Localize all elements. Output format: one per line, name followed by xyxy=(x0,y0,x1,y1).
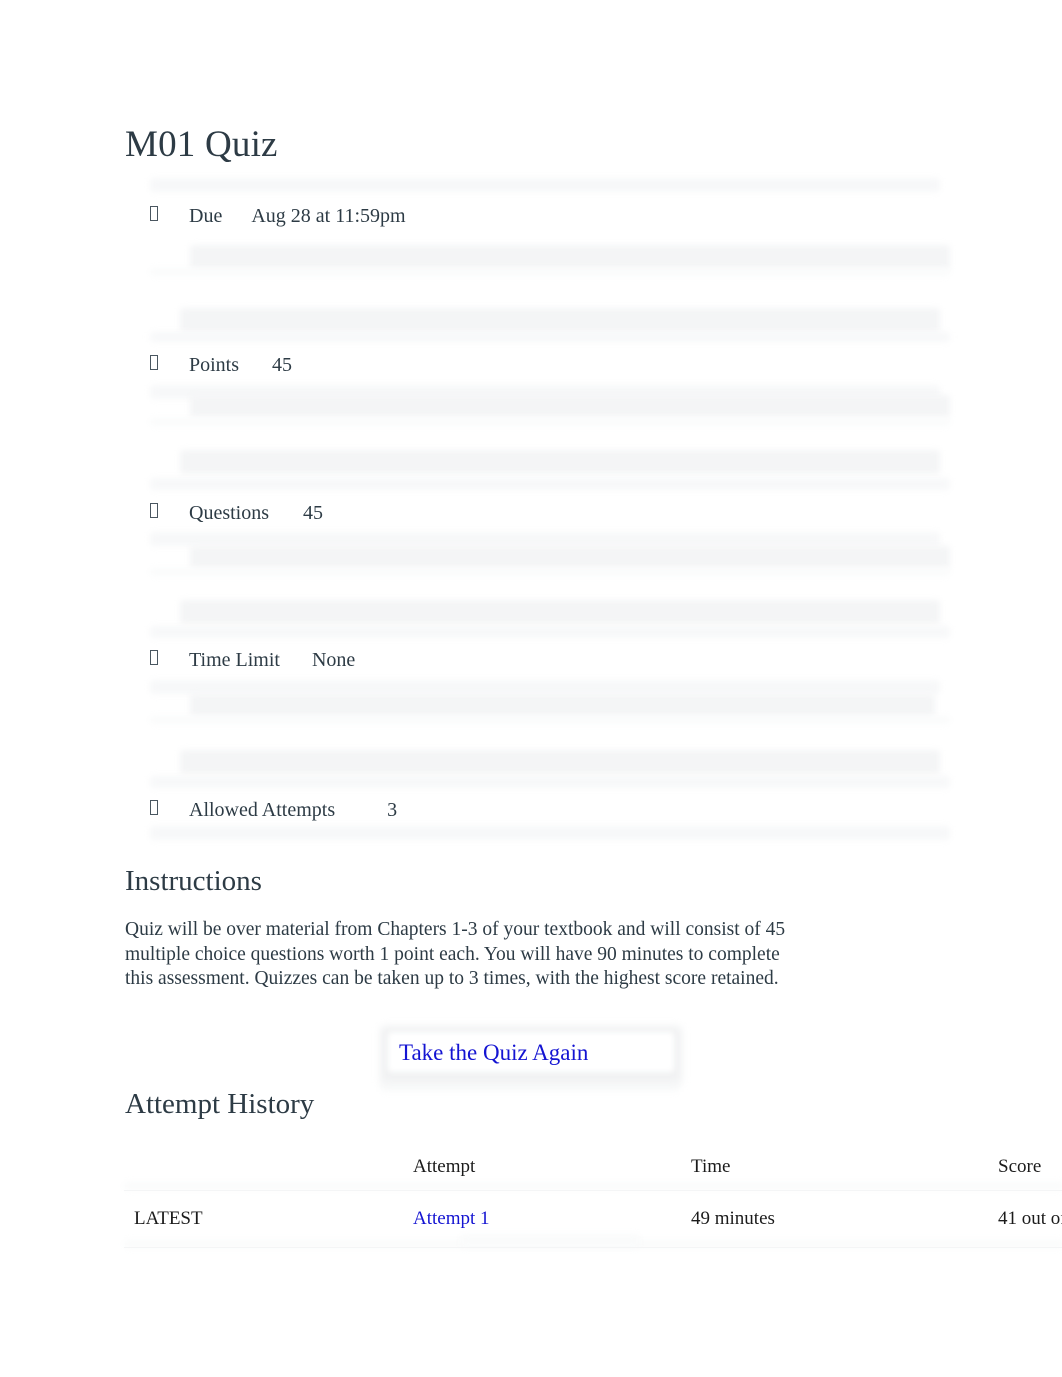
bullet-tofu-icon xyxy=(150,355,158,370)
bullet-tofu-icon xyxy=(150,503,158,518)
instructions-heading: Instructions xyxy=(125,865,262,897)
quiz-info-row-questions: Questions 45 xyxy=(150,500,323,526)
attempt-score-cell: 41 out of 45 xyxy=(998,1190,1062,1248)
column-header-flag xyxy=(124,1144,413,1191)
quiz-info-label-points: Points xyxy=(189,354,240,376)
quiz-info-value-points: 45 xyxy=(272,354,293,376)
attempt-latest-flag: LATEST xyxy=(124,1190,413,1248)
quiz-info-label-time-limit: Time Limit xyxy=(189,649,280,671)
quiz-info-row-time-limit: Time Limit None xyxy=(150,647,355,673)
table-row: LATEST Attempt 1 49 minutes 41 out of 45 xyxy=(124,1190,1062,1248)
retake-quiz-button[interactable]: Take the Quiz Again xyxy=(380,1026,682,1089)
table-header-row: Attempt Time Score xyxy=(124,1144,1062,1191)
column-header-score: Score xyxy=(998,1144,1062,1191)
quiz-page: M01 Quiz Due Aug 28 at 11:59pm Points 45… xyxy=(0,0,1062,1377)
quiz-info-label-due: Due xyxy=(189,205,223,227)
quiz-info-value-time-limit: None xyxy=(311,649,356,671)
page-title: M01 Quiz xyxy=(125,124,278,165)
attempt-history-heading: Attempt History xyxy=(125,1088,315,1120)
bullet-tofu-icon xyxy=(150,800,158,815)
quiz-info-value-allowed-attempts: 3 xyxy=(387,799,398,821)
quiz-info-label-questions: Questions xyxy=(189,502,269,524)
quiz-info-value-due: Aug 28 at 11:59pm xyxy=(251,205,406,227)
quiz-info-row-due: Due Aug 28 at 11:59pm xyxy=(150,203,406,229)
column-header-attempt: Attempt xyxy=(413,1144,691,1191)
attempt-history-table: Attempt Time Score LATEST Attempt 1 49 m… xyxy=(124,1144,1062,1248)
retake-quiz-link[interactable]: Take the Quiz Again xyxy=(399,1037,588,1069)
quiz-info-row-points: Points 45 xyxy=(150,352,292,378)
bullet-tofu-icon xyxy=(150,206,158,221)
bullet-tofu-icon xyxy=(150,650,158,665)
attempt-number-cell[interactable]: Attempt 1 xyxy=(413,1190,691,1248)
attempt-link[interactable]: Attempt 1 xyxy=(413,1208,490,1229)
quiz-info-label-allowed-attempts: Allowed Attempts xyxy=(189,799,336,821)
quiz-info-value-questions: 45 xyxy=(303,502,323,524)
attempt-time-cell: 49 minutes xyxy=(691,1190,998,1248)
quiz-info-row-allowed-attempts: Allowed Attempts 3 xyxy=(150,797,397,823)
instructions-body: Quiz will be over material from Chapters… xyxy=(125,919,786,990)
column-header-time: Time xyxy=(691,1144,998,1191)
